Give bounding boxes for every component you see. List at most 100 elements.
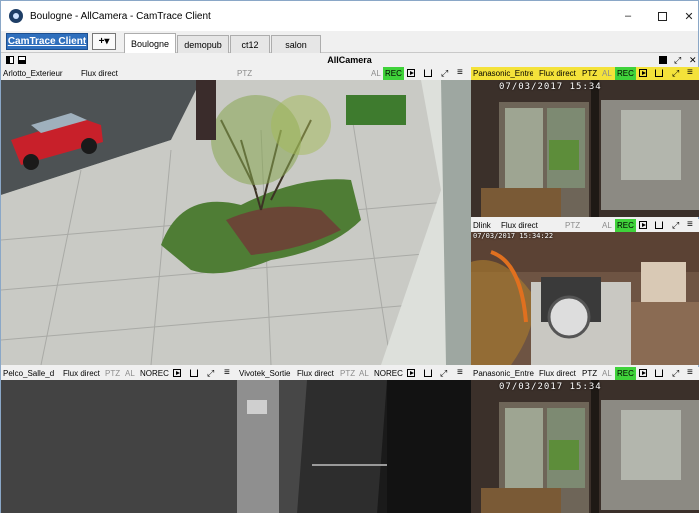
camera-header: Vivotek_Sortie Flux direct PTZ AL NOREC … [237, 367, 471, 380]
edit-icon[interactable] [655, 69, 663, 77]
menu-icon[interactable]: ≡ [687, 68, 695, 78]
alarm-label[interactable]: AL [125, 367, 135, 380]
menu-icon[interactable]: ≡ [457, 368, 465, 378]
menu-icon[interactable]: ≡ [687, 220, 695, 230]
expand-icon[interactable]: ⤢ [672, 369, 680, 378]
menu-icon[interactable]: ≡ [224, 368, 232, 378]
stream-mode[interactable]: Flux direct [539, 67, 576, 80]
camera-name: Panasonic_Entre [473, 369, 534, 378]
alarm-label[interactable]: AL [602, 219, 612, 232]
play-icon[interactable] [639, 369, 647, 377]
ptz-label[interactable]: PTZ [237, 67, 252, 80]
camera-name: Vivotek_Sortie [239, 369, 291, 378]
tab-ct12[interactable]: ct12 [230, 35, 270, 53]
stream-mode[interactable]: Flux direct [297, 367, 334, 380]
camera-name: Arlotto_Exterieur [3, 69, 63, 78]
expand-icon[interactable]: ⤢ [440, 369, 448, 378]
close-view-icon[interactable]: ✕ [689, 54, 697, 66]
play-icon[interactable] [639, 221, 647, 229]
view-title: AllCamera [327, 55, 372, 65]
play-icon[interactable] [173, 369, 181, 377]
play-icon[interactable] [407, 69, 415, 77]
tab-salon[interactable]: salon [271, 35, 321, 53]
camera-panel-pelco[interactable]: Pelco_Salle_d Flux direct PTZ AL NOREC ⤢… [1, 367, 237, 513]
stream-mode[interactable]: Flux direct [501, 219, 538, 232]
stream-mode[interactable]: Flux direct [63, 367, 100, 380]
menu-icon[interactable]: ≡ [687, 368, 695, 378]
ptz-label[interactable]: PTZ [105, 367, 120, 380]
camera-header: Dlink Flux direct PTZ AL REC ⤢ ≡ [471, 219, 699, 232]
rec-status[interactable]: REC [615, 367, 636, 380]
camtrace-client-button[interactable]: CamTrace Client [6, 33, 88, 50]
title-bar: Boulogne - AllCamera - CamTrace Client –… [1, 1, 698, 31]
ptz-label[interactable]: PTZ [565, 219, 580, 232]
expand-icon[interactable]: ⤢ [672, 69, 680, 78]
corridor-scene-image [237, 380, 471, 513]
rec-status[interactable]: REC [615, 219, 636, 232]
camera-video-feed[interactable]: 07/03/2017 15:34:22 [471, 232, 699, 365]
room-scene-image [471, 232, 699, 365]
rec-status[interactable]: REC [615, 67, 636, 80]
camera-video-feed[interactable] [1, 380, 237, 513]
stream-mode[interactable]: Flux direct [539, 367, 576, 380]
minimize-icon: – [624, 10, 632, 22]
camera-name: Panasonic_Entre [473, 69, 533, 78]
view-header: AllCamera ⤢ ✕ [1, 54, 698, 66]
play-icon[interactable] [639, 69, 647, 77]
camera-video-feed[interactable]: 07/03/2017 15:34 [471, 380, 699, 513]
camera-panel-panasonic-top[interactable]: Panasonic_Entre Flux direct PTZ AL REC ⤢… [471, 67, 699, 217]
expand-icon[interactable]: ⤢ [207, 369, 215, 378]
window-title: Boulogne - AllCamera - CamTrace Client [30, 10, 211, 22]
camera-panel-vivotek[interactable]: Vivotek_Sortie Flux direct PTZ AL NOREC … [237, 367, 471, 513]
add-view-button[interactable]: +▾ [92, 33, 116, 50]
camera-panel-dlink[interactable]: Dlink Flux direct PTZ AL REC ⤢ ≡ 07/03/2… [471, 219, 699, 365]
expand-icon[interactable]: ⤢ [672, 221, 680, 230]
edit-icon[interactable] [655, 221, 663, 229]
camera-header: Arlotto_Exterieur Flux direct PTZ AL REC… [1, 67, 471, 80]
video-timestamp: 07/03/2017 15:34 [499, 382, 602, 392]
rec-status[interactable]: NOREC [140, 367, 169, 380]
maximize-button[interactable] [645, 1, 679, 31]
edit-icon[interactable] [424, 369, 432, 377]
fullscreen-icon[interactable] [659, 56, 667, 64]
edit-icon[interactable] [190, 369, 198, 377]
rec-status[interactable]: NOREC [374, 367, 403, 380]
expand-view-icon[interactable]: ⤢ [674, 54, 681, 66]
rec-status[interactable]: REC [383, 67, 404, 80]
camera-name: Pelco_Salle_d [3, 369, 55, 378]
camera-header: Panasonic_Entre Flux direct PTZ AL REC ⤢… [471, 367, 699, 380]
ptz-label[interactable]: PTZ [582, 367, 597, 380]
expand-icon[interactable]: ⤢ [441, 69, 449, 78]
alarm-label[interactable]: AL [371, 67, 381, 80]
camera-video-feed[interactable]: 07/03/2017 15:34 [471, 80, 699, 217]
camera-header: Panasonic_Entre Flux direct PTZ AL REC ⤢… [471, 67, 699, 80]
camera-name: Dlink [473, 221, 491, 230]
camera-video-feed[interactable] [237, 380, 471, 513]
app-window: Boulogne - AllCamera - CamTrace Client –… [0, 0, 699, 513]
edit-icon[interactable] [424, 69, 432, 77]
camera-video-feed[interactable] [1, 80, 471, 365]
camera-panel-panasonic-bottom[interactable]: Panasonic_Entre Flux direct PTZ AL REC ⤢… [471, 367, 699, 513]
camtrace-logo-icon [9, 9, 23, 23]
alarm-label[interactable]: AL [602, 367, 612, 380]
entrance-scene-image [471, 380, 699, 513]
tab-boulogne[interactable]: Boulogne [124, 33, 176, 53]
street-scene-image [1, 80, 471, 365]
edit-icon[interactable] [655, 369, 663, 377]
alarm-label[interactable]: AL [602, 67, 612, 80]
video-timestamp: 07/03/2017 15:34:22 [473, 232, 554, 240]
camera-panel-arlotto[interactable]: Arlotto_Exterieur Flux direct PTZ AL REC… [1, 67, 471, 365]
tab-demopub[interactable]: demopub [177, 35, 229, 53]
video-timestamp: 07/03/2017 15:34 [499, 82, 602, 92]
stream-mode[interactable]: Flux direct [81, 67, 118, 80]
minimize-button[interactable]: – [611, 1, 645, 31]
toolbar: CamTrace Client +▾ Boulogne demopub ct12… [1, 31, 698, 53]
ptz-label[interactable]: PTZ [340, 367, 355, 380]
ptz-label[interactable]: PTZ [582, 67, 597, 80]
camera-header: Pelco_Salle_d Flux direct PTZ AL NOREC ⤢… [1, 367, 237, 380]
play-icon[interactable] [407, 369, 415, 377]
close-button[interactable]: ✕ [679, 1, 699, 31]
menu-icon[interactable]: ≡ [457, 68, 465, 78]
alarm-label[interactable]: AL [359, 367, 369, 380]
maximize-icon [657, 11, 667, 21]
